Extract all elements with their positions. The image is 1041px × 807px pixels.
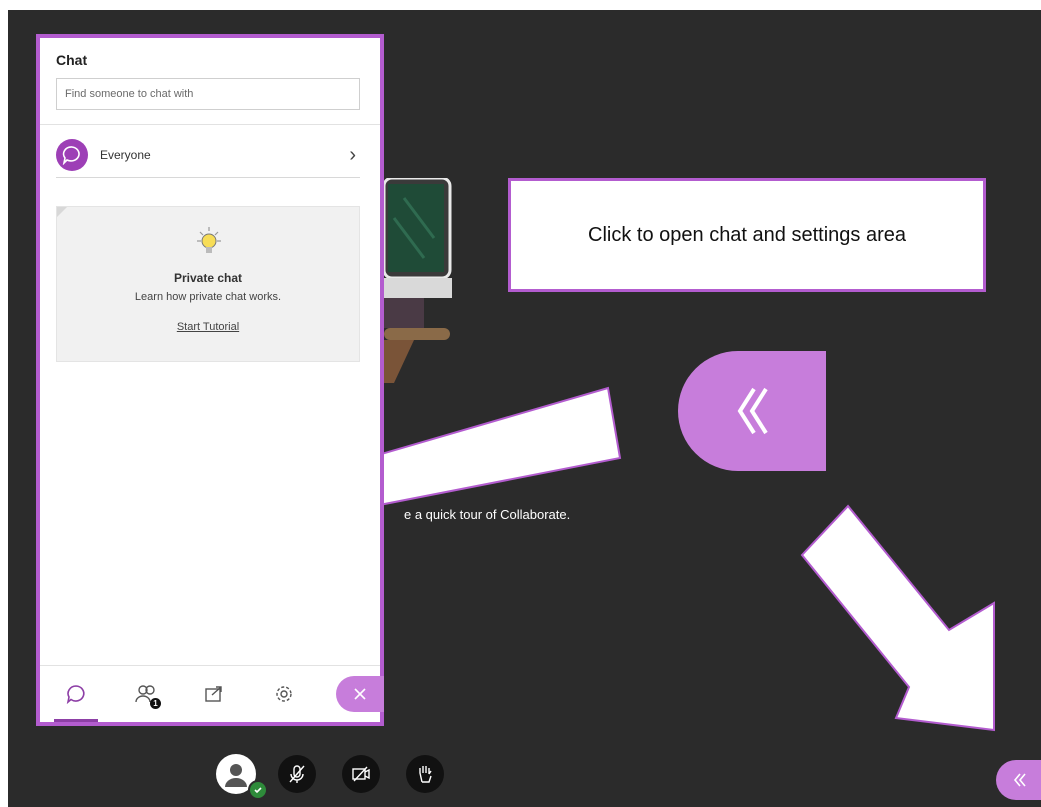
microphone-button[interactable] (278, 755, 316, 793)
attendee-count-badge: 1 (150, 698, 161, 709)
microphone-muted-icon (289, 765, 305, 783)
arrow-to-expand-button (800, 504, 995, 732)
start-tutorial-link[interactable]: Start Tutorial (57, 321, 359, 333)
panel-tab-bar: 1 (40, 665, 384, 722)
collaborate-stage: e a quick tour of Collaborate. Click to … (8, 10, 1041, 807)
everyone-chat-row[interactable]: Everyone › (56, 133, 360, 178)
tip-corner (57, 207, 67, 217)
expand-panel-button[interactable] (996, 760, 1041, 800)
chat-bubble-icon (66, 685, 85, 705)
chat-panel: Chat Everyone › (36, 34, 384, 726)
raise-hand-button[interactable] (406, 755, 444, 793)
divider (40, 124, 380, 125)
lightbulb-icon (197, 227, 221, 253)
private-chat-tip: Private chat Learn how private chat work… (56, 206, 360, 362)
tab-attendees[interactable]: 1 (118, 666, 174, 722)
everyone-label: Everyone (100, 148, 151, 162)
avatar-icon (225, 764, 247, 787)
everyone-avatar (56, 139, 88, 171)
tip-text: Learn how private chat works. (134, 291, 282, 303)
tab-settings[interactable] (256, 666, 312, 722)
chat-bubble-icon (62, 146, 80, 165)
camera-button[interactable] (342, 755, 380, 793)
my-status-button[interactable] (216, 754, 268, 800)
camera-off-icon (352, 766, 370, 782)
tip-title: Private chat (173, 271, 243, 285)
chevron-right-icon: › (349, 143, 356, 166)
share-content-icon (205, 686, 222, 702)
close-icon (354, 688, 366, 700)
raise-hand-icon (419, 766, 432, 783)
gear-icon (276, 686, 292, 702)
double-chevron-left-icon (1013, 773, 1026, 787)
chat-search-input[interactable] (56, 78, 360, 110)
tab-chat[interactable] (48, 666, 104, 722)
chat-title: Chat (56, 52, 88, 68)
tab-share-content[interactable] (186, 666, 242, 722)
close-panel-button[interactable] (336, 676, 384, 712)
status-available-icon (248, 780, 268, 800)
